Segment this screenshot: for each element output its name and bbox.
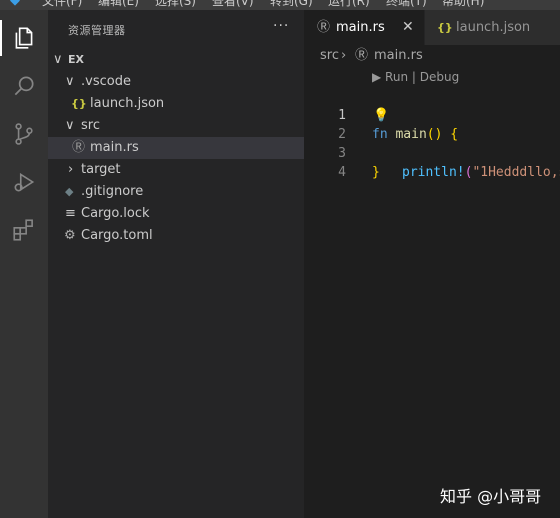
tree-item-main-rs[interactable]: Ⓡ main.rs (48, 137, 304, 159)
tree-item-vscode[interactable]: ∨ .vscode (48, 71, 304, 93)
search-icon (14, 76, 34, 96)
tree-item-label: main.rs (90, 140, 139, 155)
tab-bar: Ⓡ main.rs ✕ {} launch.json (304, 10, 560, 45)
code-line[interactable]: 4 (304, 144, 560, 180)
menu-view[interactable]: 查看(V) (212, 0, 254, 9)
tab-label: launch.json (456, 20, 531, 35)
more-actions-button[interactable]: ··· (273, 18, 289, 34)
explorer-button[interactable] (0, 14, 48, 62)
tree-item-launch-json[interactable]: {} launch.json (48, 93, 304, 115)
tree-item-gitignore[interactable]: ◆ .gitignore (48, 181, 304, 203)
tree-item-label: launch.json (90, 96, 165, 111)
vscode-logo-icon: ◆ (10, 0, 20, 8)
rust-file-icon: Ⓡ (355, 48, 369, 63)
code-line[interactable]: 2 💡 println!("1Hedddllo,s (304, 106, 560, 180)
explorer-title: 资源管理器 (68, 24, 126, 37)
macro-token: println! (402, 165, 465, 180)
breadcrumb-file[interactable]: main.rs (374, 45, 423, 67)
watermark: 知乎 @小哥哥 (440, 487, 542, 506)
tree-item-label: target (81, 162, 121, 177)
close-icon[interactable]: ✕ (402, 10, 414, 45)
breadcrumb-separator: › (341, 48, 347, 63)
tree-item-label: Cargo.lock (81, 206, 150, 221)
menu-terminal[interactable]: 终端(T) (386, 0, 427, 9)
extensions-button[interactable] (0, 206, 48, 254)
menu-bar: ◆ 文件(F) 编辑(E) 选择(S) 查看(V) 转到(G) 运行(R) 终端… (0, 0, 560, 10)
rust-file-icon: Ⓡ (72, 140, 86, 155)
code-line[interactable]: 3 } (304, 125, 560, 180)
chevron-down-icon: ∨ (53, 52, 63, 67)
tree-item-target[interactable]: › target (48, 159, 304, 181)
bracket-token: } (372, 165, 380, 180)
codelens-run-debug[interactable]: ▶ Run | Debug (372, 70, 459, 84)
chevron-down-icon: ∨ (65, 118, 75, 133)
tab-launch-json[interactable]: {} launch.json (425, 10, 560, 45)
editor-area: Ⓡ main.rs ✕ {} launch.json src › Ⓡ main.… (304, 10, 560, 518)
menu-selection[interactable]: 选择(S) (155, 0, 196, 9)
menu-file[interactable]: 文件(F) (42, 0, 82, 9)
extensions-icon (13, 219, 33, 241)
tree-item-label: Cargo.toml (81, 228, 153, 243)
chevron-right-icon: › (68, 162, 74, 177)
menu-go[interactable]: 转到(G) (270, 0, 313, 9)
menu-run[interactable]: 运行(R) (328, 0, 370, 9)
tab-main-rs[interactable]: Ⓡ main.rs ✕ (304, 10, 424, 45)
json-file-icon: {} (71, 97, 87, 110)
lightbulb-icon[interactable]: 💡 (373, 106, 389, 125)
rust-file-icon: Ⓡ (317, 20, 331, 35)
menu-help[interactable]: 帮助(H) (442, 0, 484, 9)
source-control-icon (15, 123, 33, 145)
activity-bar (0, 10, 48, 518)
source-control-button[interactable] (0, 110, 48, 158)
code-line[interactable]: 1 fn main() { (304, 87, 560, 142)
lock-file-icon: ≡ (65, 206, 76, 221)
breadcrumb-folder[interactable]: src (320, 45, 339, 67)
breadcrumb: src › Ⓡ main.rs (304, 45, 560, 67)
tree-item-src[interactable]: ∨ src (48, 115, 304, 137)
search-button[interactable] (0, 62, 48, 110)
json-file-icon: {} (437, 21, 453, 34)
tree-item-cargo-lock[interactable]: ≡ Cargo.lock (48, 203, 304, 225)
tree-item-label: src (81, 118, 100, 133)
run-debug-icon (14, 172, 35, 192)
files-icon (15, 27, 33, 49)
string-token: "1Hedddllo,s (472, 165, 560, 180)
tree-item-label: EX (68, 53, 84, 66)
tree-item-label: .gitignore (81, 184, 144, 199)
tree-item-label: .vscode (81, 74, 131, 89)
menu-edit[interactable]: 编辑(E) (98, 0, 139, 9)
run-debug-button[interactable] (0, 158, 48, 206)
tree-root-folder[interactable]: ∨ EX (48, 49, 304, 71)
gear-icon: ⚙ (64, 228, 76, 243)
tree-item-cargo-toml[interactable]: ⚙ Cargo.toml (48, 225, 304, 247)
chevron-down-icon: ∨ (65, 74, 75, 89)
line-number: 4 (338, 165, 346, 180)
tab-label: main.rs (336, 20, 385, 35)
explorer-sidebar: 资源管理器 ··· ∨ EX ∨ .vscode {} launch.json … (48, 10, 304, 518)
git-file-icon: ◆ (65, 185, 74, 198)
